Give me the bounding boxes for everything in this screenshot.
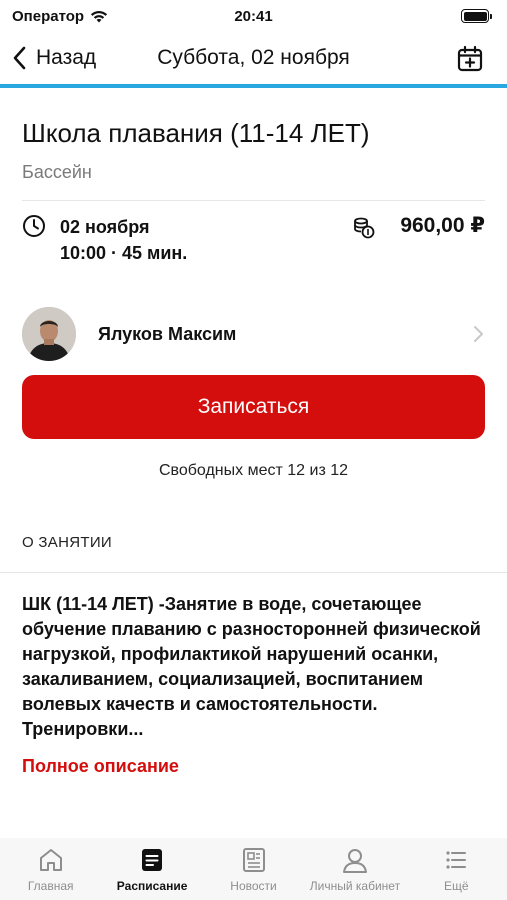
tab-bar: Главная Расписание Новости Личный кабине… xyxy=(0,838,507,900)
tab-home[interactable]: Главная xyxy=(0,838,101,900)
trainer-row[interactable]: Ялуков Максим xyxy=(22,305,485,363)
clock-icon xyxy=(23,215,45,237)
tab-schedule[interactable]: Расписание xyxy=(101,838,202,900)
battery-icon xyxy=(461,9,492,23)
section-header-about: О ЗАНЯТИИ xyxy=(22,534,112,551)
tab-profile[interactable]: Личный кабинет xyxy=(304,838,405,900)
status-left: Оператор xyxy=(12,8,108,25)
tab-label: Главная xyxy=(27,879,74,893)
tab-news[interactable]: Новости xyxy=(203,838,304,900)
event-date: 02 ноября xyxy=(60,217,150,237)
tab-label: Новости xyxy=(230,879,277,893)
event-description: ШК (11-14 ЛЕТ) -Занятие в воде, сочетающ… xyxy=(22,594,481,739)
back-label: Назад xyxy=(36,46,97,69)
divider xyxy=(22,200,485,201)
signup-button[interactable]: Записаться xyxy=(22,375,485,439)
carrier-label: Оператор xyxy=(12,7,85,25)
event-location: Бассейн xyxy=(22,162,92,182)
event-time: 10:00 · 45 мин. xyxy=(60,243,188,263)
avatar xyxy=(22,307,76,361)
trainer-name: Ялуков Максим xyxy=(98,323,237,344)
chevron-right-icon xyxy=(474,326,483,342)
available-spots: Свободных мест 12 из 12 xyxy=(158,462,349,479)
wifi-icon xyxy=(90,10,108,22)
news-icon xyxy=(242,848,265,872)
coins-icon xyxy=(354,217,375,239)
divider xyxy=(0,572,507,573)
calendar-add-icon[interactable] xyxy=(455,44,485,74)
tab-label: Личный кабинет xyxy=(309,879,401,893)
status-bar: Оператор 20:41 xyxy=(0,0,507,32)
more-icon xyxy=(446,851,467,869)
event-price: 960,00 ₽ xyxy=(400,214,485,237)
tab-more[interactable]: Ещё xyxy=(406,838,507,900)
schedule-icon xyxy=(142,849,163,871)
back-button[interactable]: Назад xyxy=(12,46,96,70)
full-description-link[interactable]: Полное описание xyxy=(22,756,179,777)
tab-label: Ещё xyxy=(444,879,469,893)
tab-label: Расписание xyxy=(116,879,188,893)
event-title: Школа плавания (11-14 ЛЕТ) xyxy=(22,118,370,148)
profile-icon xyxy=(342,849,367,873)
home-icon xyxy=(39,849,62,871)
chevron-left-icon xyxy=(13,46,26,70)
nav-bar: Назад Суббота, 02 ноября xyxy=(0,32,507,88)
